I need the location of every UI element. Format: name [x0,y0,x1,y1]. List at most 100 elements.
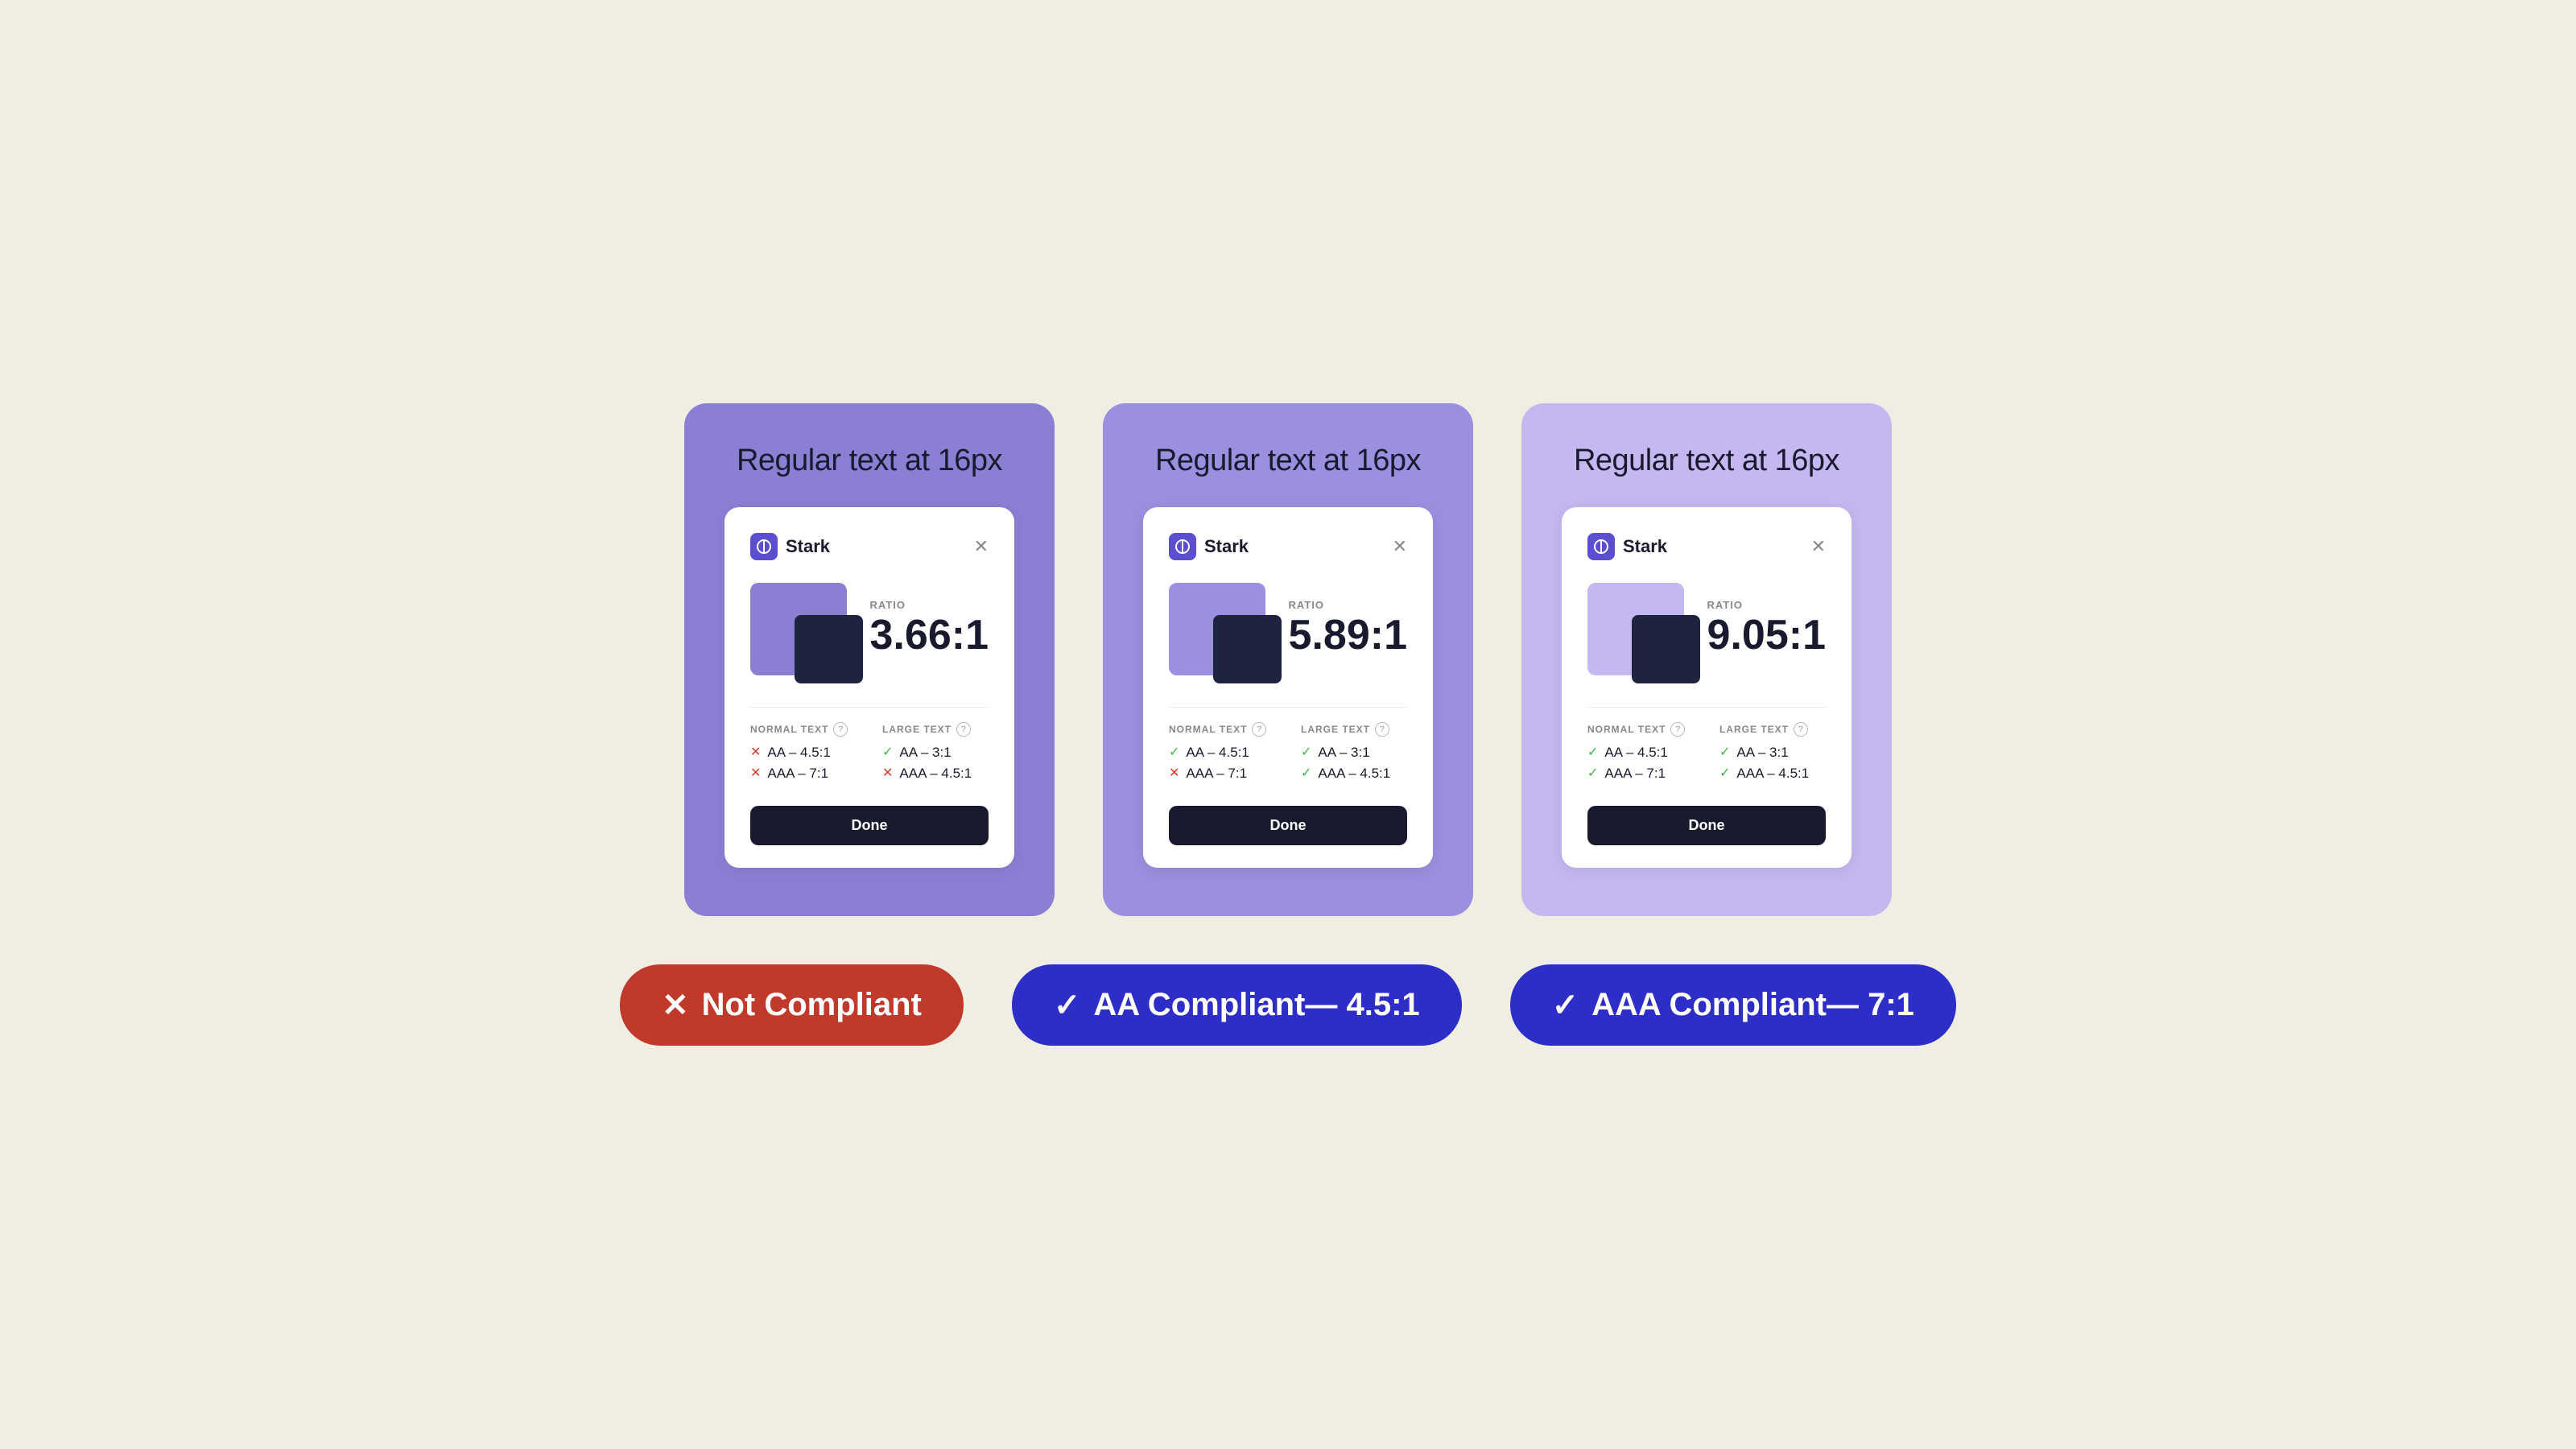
normal-text-header-3: NORMAL TEXT ? [1587,722,1694,737]
check-icon-1-large-1: ✕ [882,767,893,780]
large-text-col-2: LARGE TEXT ? ✓ AA – 3:1 ✓ AAA – 4.5:1 [1301,722,1407,786]
divider-2 [1169,707,1407,708]
close-button-2[interactable]: ✕ [1393,538,1407,555]
card-title-1: Regular text at 16px [724,444,1014,478]
check-icon-1-normal-0: ✕ [750,746,761,759]
check-text-3-normal-1: AAA – 7:1 [1604,766,1666,782]
check-icon-3-normal-1: ✓ [1587,767,1598,780]
stark-name-2: Stark [1204,536,1249,557]
large-text-help-1[interactable]: ? [956,722,971,737]
done-button-2[interactable]: Done [1169,806,1407,845]
cards-row: Regular text at 16px Stark ✕ [684,403,1892,916]
stark-logo-2 [1169,533,1196,560]
large-check-1-0: ✓ AA – 3:1 [882,745,989,761]
done-button-1[interactable]: Done [750,806,989,845]
stark-name-3: Stark [1623,536,1667,557]
normal-text-help-2[interactable]: ? [1252,722,1266,737]
check-text-3-large-0: AA – 3:1 [1736,745,1788,761]
close-button-3[interactable]: ✕ [1811,538,1826,555]
check-text-3-large-1: AAA – 4.5:1 [1736,766,1809,782]
compliance-row-2: NORMAL TEXT ? ✓ AA – 4.5:1 ✕ AAA – 7:1 [1169,722,1407,786]
color-preview-2: RATIO 5.89:1 [1169,583,1407,687]
badge-icon-aaa-compliant: ✓ [1552,989,1579,1022]
ratio-section-1: RATIO 3.66:1 [870,599,989,656]
stark-logo-1 [750,533,778,560]
card-inner-3: Stark ✕ RATIO 9.05:1 NORMAL TEXT ? [1562,507,1852,868]
normal-text-col-1: NORMAL TEXT ? ✕ AA – 4.5:1 ✕ AAA – 7:1 [750,722,857,786]
stark-name-1: Stark [786,536,830,557]
large-text-col-1: LARGE TEXT ? ✓ AA – 3:1 ✕ AAA – 4.5:1 [882,722,989,786]
check-text-2-large-1: AAA – 4.5:1 [1318,766,1390,782]
normal-text-help-1[interactable]: ? [833,722,848,737]
normal-text-label-1: NORMAL TEXT [750,724,828,735]
badge-label-aaa-compliant: AAA Compliant— 7:1 [1591,987,1914,1023]
card-title-3: Regular text at 16px [1562,444,1852,478]
normal-text-header-1: NORMAL TEXT ? [750,722,857,737]
badge-icon-aa-compliant: ✓ [1054,989,1081,1022]
stark-header-2: Stark ✕ [1169,533,1407,560]
close-button-1[interactable]: ✕ [974,538,989,555]
large-text-header-2: LARGE TEXT ? [1301,722,1407,737]
ratio-value-3: 9.05:1 [1707,614,1826,656]
card-inner-2: Stark ✕ RATIO 5.89:1 NORMAL TEXT ? [1143,507,1433,868]
large-text-label-3: LARGE TEXT [1719,724,1789,735]
check-icon-1-normal-1: ✕ [750,767,761,780]
normal-text-label-2: NORMAL TEXT [1169,724,1247,735]
large-check-1-1: ✕ AAA – 4.5:1 [882,766,989,782]
check-text-3-normal-0: AA – 4.5:1 [1604,745,1667,761]
large-text-help-2[interactable]: ? [1375,722,1389,737]
large-check-2-1: ✓ AAA – 4.5:1 [1301,766,1407,782]
check-text-2-large-0: AA – 3:1 [1318,745,1369,761]
normal-text-col-2: NORMAL TEXT ? ✓ AA – 4.5:1 ✕ AAA – 7:1 [1169,722,1275,786]
normal-check-2-0: ✓ AA – 4.5:1 [1169,745,1275,761]
check-icon-2-normal-1: ✕ [1169,767,1179,780]
normal-text-col-3: NORMAL TEXT ? ✓ AA – 4.5:1 ✓ AAA – 7:1 [1587,722,1694,786]
check-text-1-normal-1: AAA – 7:1 [767,766,828,782]
stark-brand-3: Stark [1587,533,1667,560]
swatch-fg-3 [1632,615,1700,683]
large-text-header-3: LARGE TEXT ? [1719,722,1826,737]
ratio-label-2: RATIO [1289,599,1407,611]
swatch-fg-2 [1213,615,1282,683]
color-preview-1: RATIO 3.66:1 [750,583,989,687]
stark-brand-2: Stark [1169,533,1249,560]
large-check-2-0: ✓ AA – 3:1 [1301,745,1407,761]
stark-logo-3 [1587,533,1615,560]
normal-check-3-0: ✓ AA – 4.5:1 [1587,745,1694,761]
large-text-header-1: LARGE TEXT ? [882,722,989,737]
compliance-row-3: NORMAL TEXT ? ✓ AA – 4.5:1 ✓ AAA – 7:1 [1587,722,1826,786]
done-button-3[interactable]: Done [1587,806,1826,845]
color-preview-3: RATIO 9.05:1 [1587,583,1826,687]
normal-check-1-0: ✕ AA – 4.5:1 [750,745,857,761]
normal-text-help-3[interactable]: ? [1670,722,1685,737]
badge-label-not-compliant: Not Compliant [702,987,922,1023]
large-text-col-3: LARGE TEXT ? ✓ AA – 3:1 ✓ AAA – 4.5:1 [1719,722,1826,786]
large-text-help-3[interactable]: ? [1794,722,1808,737]
stark-header-3: Stark ✕ [1587,533,1826,560]
check-icon-1-large-0: ✓ [882,746,893,759]
ratio-section-2: RATIO 5.89:1 [1289,599,1407,656]
stark-brand-1: Stark [750,533,830,560]
card-outer-1: Regular text at 16px Stark ✕ [684,403,1055,916]
ratio-label-3: RATIO [1707,599,1826,611]
check-text-2-normal-0: AA – 4.5:1 [1186,745,1249,761]
check-text-1-large-0: AA – 3:1 [899,745,951,761]
badge-aaa-compliant: ✓ AAA Compliant— 7:1 [1510,964,1956,1046]
card-outer-3: Regular text at 16px Stark ✕ [1521,403,1892,916]
check-text-1-large-1: AAA – 4.5:1 [899,766,972,782]
badge-aa-compliant: ✓ AA Compliant— 4.5:1 [1012,964,1462,1046]
normal-check-2-1: ✕ AAA – 7:1 [1169,766,1275,782]
check-icon-3-large-0: ✓ [1719,746,1730,759]
check-icon-2-normal-0: ✓ [1169,746,1179,759]
normal-check-1-1: ✕ AAA – 7:1 [750,766,857,782]
ratio-value-2: 5.89:1 [1289,614,1407,656]
divider-1 [750,707,989,708]
ratio-section-3: RATIO 9.05:1 [1707,599,1826,656]
swatch-fg-1 [795,615,863,683]
check-icon-3-large-1: ✓ [1719,767,1730,780]
ratio-value-1: 3.66:1 [870,614,989,656]
badge-icon-not-compliant: ✕ [662,989,689,1022]
check-icon-2-large-1: ✓ [1301,767,1311,780]
stark-header-1: Stark ✕ [750,533,989,560]
large-text-label-2: LARGE TEXT [1301,724,1370,735]
